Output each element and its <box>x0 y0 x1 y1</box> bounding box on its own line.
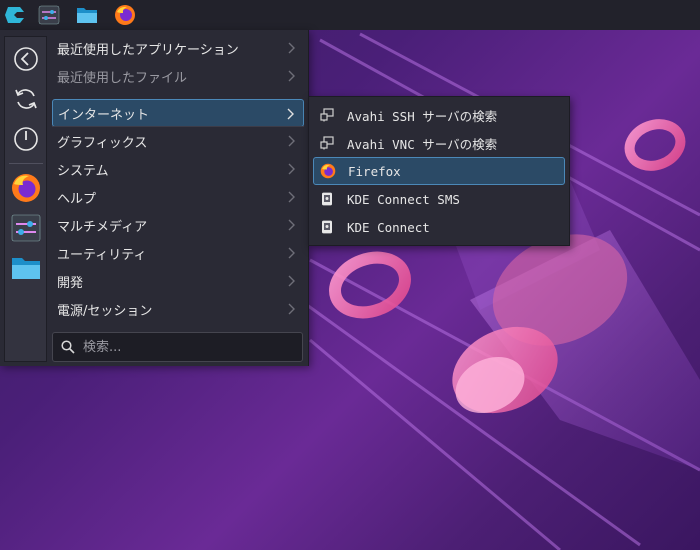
chevron-right-icon <box>288 303 295 315</box>
submenu-item-label: Avahi VNC サーバの検索 <box>347 136 498 152</box>
top-panel <box>0 0 700 30</box>
system-settings-icon[interactable] <box>9 211 43 245</box>
chevron-right-icon <box>288 163 295 175</box>
firefox-icon <box>320 163 336 179</box>
chevron-right-icon <box>288 275 295 287</box>
menu-category-label: ヘルプ <box>57 191 97 207</box>
internet-submenu: Avahi SSH サーバの検索 Avahi VNC サーバの検索 Firefox K… <box>308 96 570 246</box>
file-manager-icon[interactable] <box>74 2 100 28</box>
refresh-icon[interactable] <box>9 82 43 116</box>
kde-connect-icon <box>319 219 335 235</box>
menu-category-7[interactable]: ユーティリティ <box>52 239 304 267</box>
chevron-right-icon <box>287 108 294 120</box>
menu-category-0[interactable]: 最近使用したアプリケーション <box>52 34 304 62</box>
network-icon <box>319 135 335 151</box>
menu-category-label: システム <box>57 163 109 179</box>
submenu-item-label: KDE Connect SMS <box>347 191 460 207</box>
search-icon <box>61 340 75 354</box>
menu-category-label: 最近使用したアプリケーション <box>57 42 239 58</box>
menu-category-1[interactable]: 最近使用したファイル <box>52 62 304 90</box>
file-manager-icon[interactable] <box>9 251 43 285</box>
menu-category-label: 電源/セッション <box>57 303 153 319</box>
back-arrow-icon[interactable] <box>9 42 43 76</box>
kde-connect-icon <box>319 191 335 207</box>
menu-separator <box>52 126 304 127</box>
menu-category-6[interactable]: マルチメディア <box>52 211 304 239</box>
firefox-icon[interactable] <box>9 171 43 205</box>
power-icon[interactable] <box>9 122 43 156</box>
menu-category-label: ユーティリティ <box>57 247 147 263</box>
chevron-right-icon <box>288 191 295 203</box>
firefox-icon[interactable] <box>112 2 138 28</box>
submenu-item-4[interactable]: KDE Connect <box>313 213 565 241</box>
network-icon <box>319 107 335 123</box>
submenu-item-label: Firefox <box>348 163 401 179</box>
submenu-item-label: Avahi SSH サーバの検索 <box>347 108 498 124</box>
submenu-item-3[interactable]: KDE Connect SMS <box>313 185 565 213</box>
menu-category-3[interactable]: グラフィックス <box>52 127 304 155</box>
menu-category-9[interactable]: 電源/セッション <box>52 295 304 323</box>
search-input[interactable] <box>81 338 285 356</box>
menu-category-4[interactable]: システム <box>52 155 304 183</box>
favorites-bar <box>4 36 47 362</box>
menu-category-label: 最近使用したファイル <box>57 70 188 86</box>
submenu-item-label: KDE Connect <box>347 219 430 235</box>
chevron-right-icon <box>288 70 295 82</box>
submenu-item-0[interactable]: Avahi SSH サーバの検索 <box>313 101 565 129</box>
chevron-right-icon <box>288 219 295 231</box>
menu-category-label: マルチメディア <box>57 219 148 235</box>
kde-launcher-icon[interactable] <box>2 2 28 28</box>
chevron-right-icon <box>288 247 295 259</box>
submenu-item-2[interactable]: Firefox <box>313 157 565 185</box>
menu-category-label: 開発 <box>57 275 84 291</box>
menu-category-label: グラフィックス <box>57 135 148 151</box>
chevron-right-icon <box>288 42 295 54</box>
chevron-right-icon <box>288 135 295 147</box>
favorites-separator <box>9 163 43 164</box>
menu-category-2[interactable]: インターネット <box>52 99 304 127</box>
submenu-item-1[interactable]: Avahi VNC サーバの検索 <box>313 129 565 157</box>
menu-category-8[interactable]: 開発 <box>52 267 304 295</box>
search-box[interactable] <box>52 332 303 362</box>
application-menu: 最近使用したアプリケーション 最近使用したファイル インターネット グラフィックス シス… <box>0 30 309 366</box>
menu-category-5[interactable]: ヘルプ <box>52 183 304 211</box>
system-settings-icon[interactable] <box>36 2 62 28</box>
menu-category-label: インターネット <box>58 107 150 123</box>
